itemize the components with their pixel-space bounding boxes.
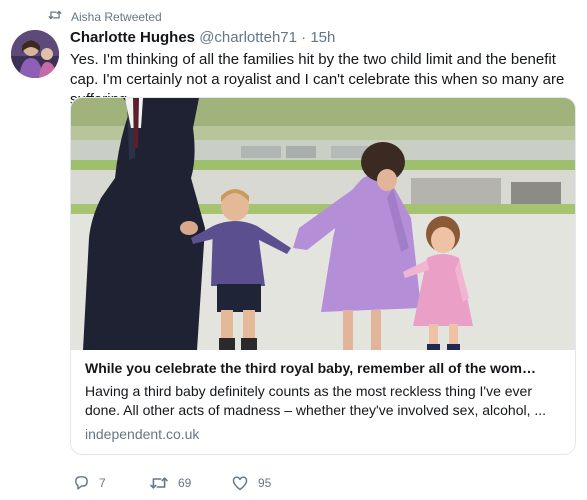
tweet-actions: 7 69 95	[73, 474, 291, 491]
reply-icon	[73, 474, 90, 491]
retweet-count: 69	[178, 475, 192, 490]
link-card[interactable]: While you celebrate the third royal baby…	[70, 97, 576, 455]
card-image	[71, 98, 575, 350]
avatar[interactable]	[11, 30, 59, 78]
retweet-context-label[interactable]: Aisha Retweeted	[71, 10, 162, 24]
tweet-header: Charlotte Hughes @charlotteh71 · 15h	[70, 28, 580, 48]
reply-count: 7	[99, 475, 106, 490]
retweet-icon	[149, 475, 169, 491]
retweet-context: Aisha Retweeted	[48, 9, 162, 24]
display-name[interactable]: Charlotte Hughes	[70, 29, 195, 46]
separator-dot: ·	[301, 29, 307, 46]
card-description: Having a third baby definitely counts as…	[85, 383, 547, 418]
card-domain: independent.co.uk	[85, 426, 200, 442]
heart-icon	[231, 475, 249, 491]
user-handle[interactable]: @charlotteh71	[199, 29, 297, 46]
like-button[interactable]: 95	[231, 475, 291, 491]
like-count: 95	[258, 475, 272, 490]
timestamp[interactable]: 15h	[310, 29, 335, 46]
card-title[interactable]: While you celebrate the third royal baby…	[85, 358, 565, 378]
retweet-button[interactable]: 69	[149, 475, 231, 491]
retweet-icon	[48, 9, 62, 24]
reply-button[interactable]: 7	[73, 474, 149, 491]
card-body: While you celebrate the third royal baby…	[85, 358, 565, 444]
